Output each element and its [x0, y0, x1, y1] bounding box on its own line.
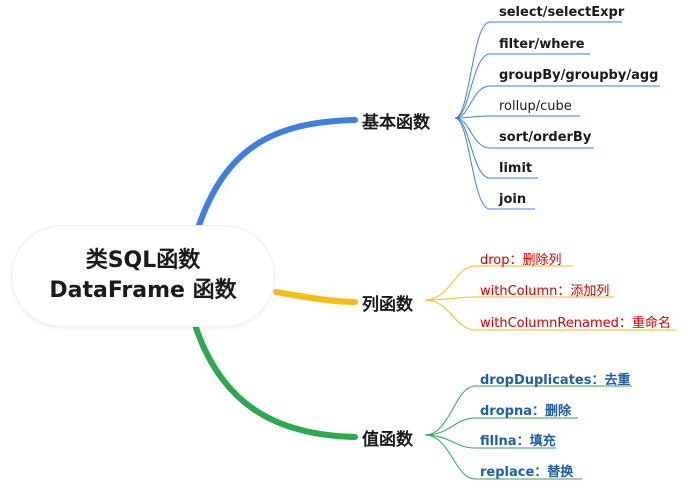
leaf-filter[interactable]: filter/where [499, 37, 585, 52]
branch-link-column [273, 289, 358, 305]
leaf-dropduplicates[interactable]: dropDuplicates：去重 [480, 369, 630, 388]
leaf-sort[interactable]: sort/orderBy [499, 130, 591, 145]
root-title-line1: 类SQL函数 [85, 248, 201, 273]
leaf-limit[interactable]: limit [499, 161, 532, 176]
leaf-replace[interactable]: replace：替换 [480, 461, 573, 480]
root-node[interactable]: 类SQL函数 DataFrame 函数 [12, 226, 274, 326]
leaf-select[interactable]: select/selectExpr [499, 5, 624, 20]
leaf-fillna[interactable]: fillna：填充 [480, 430, 556, 449]
leaf-join[interactable]: join [499, 192, 526, 207]
root-title-line2: DataFrame 函数 [49, 278, 237, 303]
leaf-withcolumn[interactable]: withColumn：添加列 [480, 280, 609, 299]
branch-link-value [192, 322, 358, 440]
leaf-groupby[interactable]: groupBy/groupby/agg [499, 68, 658, 83]
leaf-drop[interactable]: drop：删除列 [480, 249, 562, 268]
leaf-withcolumnrenamed[interactable]: withColumnRenamed：重命名 [480, 312, 671, 331]
branch-basic-functions[interactable]: 基本函数 [362, 108, 430, 133]
leaf-dropna[interactable]: dropna：删除 [480, 400, 571, 419]
branch-link-basic [195, 117, 358, 231]
branch-column-functions[interactable]: 列函数 [362, 290, 413, 315]
leaf-rollup[interactable]: rollup/cube [499, 99, 572, 114]
branch-value-functions[interactable]: 值函数 [362, 425, 413, 450]
